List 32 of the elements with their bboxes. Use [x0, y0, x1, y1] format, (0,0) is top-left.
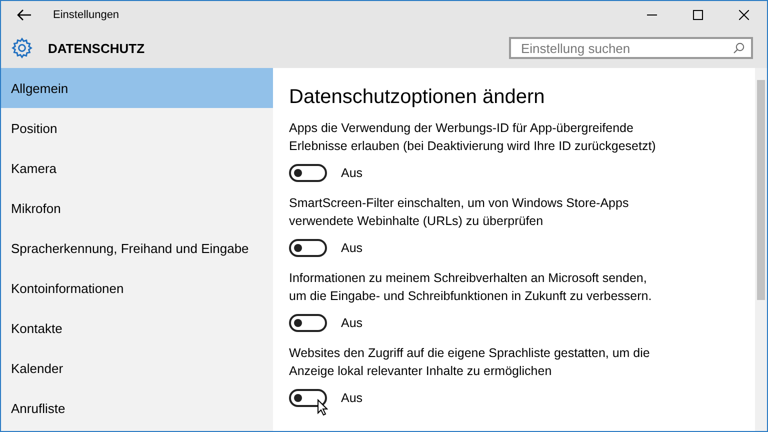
toggle-switch[interactable] [289, 239, 327, 257]
sidebar-item[interactable]: Kalender [1, 348, 273, 388]
toggle-switch[interactable] [289, 314, 327, 332]
search-field[interactable]: Einstellung suchen [509, 37, 753, 59]
section-heading: Datenschutzoptionen ändern [289, 86, 546, 109]
toggle-state-label: Aus [341, 391, 363, 405]
sidebar-item[interactable]: Anrufliste [1, 388, 273, 428]
close-icon [739, 10, 749, 20]
sidebar-item[interactable]: Kamera [1, 148, 273, 188]
option-description: SmartScreen-Filter einschalten, um von Windows Store-Apps verwendete Webinhalte (URLs) zu überprüfen [289, 195, 630, 230]
window-title: Einstellungen [53, 8, 120, 20]
sidebar-item[interactable]: Kontoinformationen [1, 268, 273, 308]
option-description: Apps die Verwendung der Werbungs-ID für App-übergreifende Erlebnisse erlauben (bei Deaktivierung wird Ihre ID zurückgesetzt) [289, 120, 657, 155]
toggle-state-label: Aus [341, 166, 363, 180]
toggle-state-label: Aus [341, 241, 363, 255]
sidebar-item[interactable]: Allgemein [1, 68, 273, 108]
back-arrow-icon [17, 8, 31, 20]
toggle-state-label: Aus [341, 316, 363, 330]
sidebar-item[interactable]: Spracherkennung, Freihand und Eingabe [1, 228, 273, 268]
toggle-switch[interactable] [289, 389, 327, 407]
sidebar-item[interactable]: Position [1, 108, 273, 148]
page-title: DATENSCHUTZ [48, 40, 146, 56]
option-description: Websites den Zugriff auf die eigene Sprachliste gestatten, um die Anzeige lokal relevanter Inhalte zu ermöglichen [289, 345, 651, 380]
maximize-icon [693, 10, 703, 20]
sidebar-item[interactable]: Kontakte [1, 308, 273, 348]
toggle-switch[interactable] [289, 164, 327, 182]
settings-icon [11, 37, 33, 59]
sidebar-item[interactable]: Mikrofon [1, 188, 273, 228]
scrollbar[interactable] [755, 68, 767, 431]
search-input[interactable]: Einstellung suchen [519, 40, 733, 56]
search-icon [733, 42, 745, 54]
option-description: Informationen zu meinem Schreibverhalten an Microsoft senden, um die Eingabe- und Schreibfunktionen in Zukunft zu verbessern. [289, 270, 653, 305]
